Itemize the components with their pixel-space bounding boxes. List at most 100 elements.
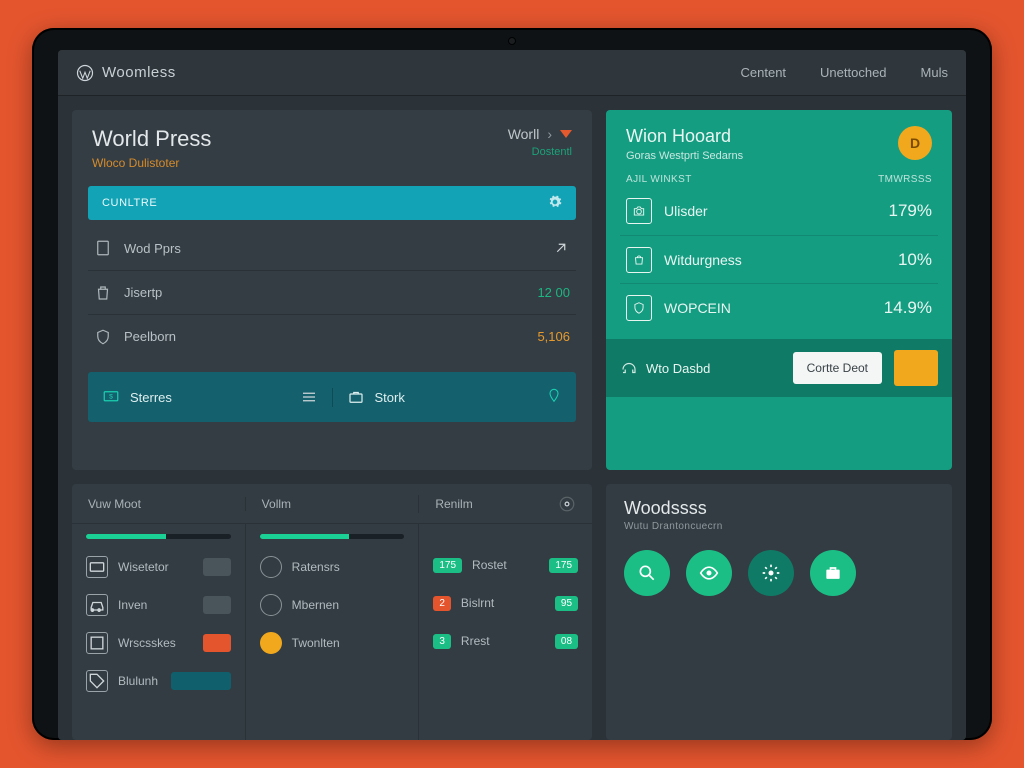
tab-label: CUNLTRE xyxy=(102,197,157,209)
briefcase-icon[interactable] xyxy=(810,550,856,596)
create-button[interactable]: Cortte Deot xyxy=(793,352,882,384)
bottom-seg-stork[interactable]: Stork xyxy=(332,388,577,407)
circle-icon xyxy=(260,594,282,616)
list-item[interactable]: Twonlten xyxy=(260,625,405,661)
list-item[interactable]: Wisetetor xyxy=(86,549,231,585)
list-item[interactable]: Mbernen xyxy=(260,587,405,623)
item-label: Rrest xyxy=(461,634,490,648)
wordpress-logo-icon xyxy=(76,64,94,82)
arrow-out-icon xyxy=(552,239,570,257)
chip xyxy=(203,596,231,614)
app-screen: Woomless Centent Unettoched Muls World P… xyxy=(58,50,966,740)
panel-woodssss: Woodssss Wutu Drantoncuecrn xyxy=(606,484,952,740)
list-item[interactable]: Blulunh xyxy=(86,663,231,699)
panel-title: Woodssss xyxy=(606,484,952,521)
list-item[interactable]: Wod Pprs xyxy=(88,226,576,270)
list-item[interactable]: 2Bislrnt95 xyxy=(433,585,578,621)
item-label: Inven xyxy=(118,598,147,612)
item-label: Mbernen xyxy=(292,598,339,612)
stat-row[interactable]: Witdurgness 10% xyxy=(620,235,938,283)
progress-bar xyxy=(260,534,405,539)
briefcase-icon xyxy=(347,388,365,406)
eye-icon[interactable] xyxy=(686,550,732,596)
button-label: Cortte Deot xyxy=(807,361,868,375)
device-frame: Woomless Centent Unettoched Muls World P… xyxy=(32,28,992,740)
badge-letter: D xyxy=(910,135,920,151)
menu-icon[interactable] xyxy=(300,388,318,406)
row-value: 12 00 xyxy=(537,285,570,300)
card-icon xyxy=(86,556,108,578)
circle-icon xyxy=(260,556,282,578)
card-badge[interactable]: D xyxy=(898,126,932,160)
row-label: Wod Pprs xyxy=(124,241,181,256)
circle-icon xyxy=(260,632,282,654)
column: 175Rostet175 2Bislrnt95 3Rrest08 xyxy=(418,524,592,740)
shield-icon xyxy=(626,295,652,321)
panel-subtitle: Wutu Drantoncuecrn xyxy=(606,521,952,532)
svg-text:$: $ xyxy=(109,394,113,401)
brand-label: Woomless xyxy=(102,64,176,81)
list-item[interactable]: 3Rrest08 xyxy=(433,623,578,659)
panel-subtitle: Wloco Dulistoter xyxy=(92,156,211,170)
item-label: Bislrnt xyxy=(461,596,494,610)
settings-icon[interactable] xyxy=(558,495,576,513)
list-item[interactable]: Inven xyxy=(86,587,231,623)
list-item[interactable]: 175Rostet175 xyxy=(433,547,578,583)
list-item[interactable]: Peelborn 5,106 xyxy=(88,314,576,358)
caret-down-icon xyxy=(560,130,572,138)
stat-row[interactable]: Ulisder 179% xyxy=(620,187,938,235)
stat-row[interactable]: WOPCEIN 14.9% xyxy=(620,283,938,331)
icon-row xyxy=(606,532,952,596)
column: Ratensrs Mbernen Twonlten xyxy=(245,524,419,740)
nav-item-content[interactable]: Centent xyxy=(741,65,787,80)
list-item[interactable]: Ratensrs xyxy=(260,549,405,585)
rank-badge: 2 xyxy=(433,596,451,611)
col-head: Vuw Moot xyxy=(88,497,141,511)
device-camera xyxy=(508,37,516,45)
gear-icon[interactable] xyxy=(748,550,794,596)
dashboard-grid: World Press Wloco Dulistoter Worll › Dos… xyxy=(58,96,966,740)
nav-item-muls[interactable]: Muls xyxy=(921,65,948,80)
col-head: Vollm xyxy=(262,497,291,511)
bottom-seg-sterres[interactable]: $ Sterres xyxy=(88,388,332,406)
list-item[interactable]: Wrscsskes xyxy=(86,625,231,661)
chevron-right-icon: › xyxy=(547,126,552,142)
list-item[interactable]: Jisertp 12 00 xyxy=(88,270,576,314)
meta-left: AJIL WINKST xyxy=(626,174,692,185)
stat-label: Ulisder xyxy=(664,203,708,219)
nav-item-untouched[interactable]: Unettoched xyxy=(820,65,887,80)
card-subtitle: Goras Westprti Sedarns xyxy=(626,150,743,162)
panel-summary-card: Wion Hooard Goras Westprti Sedarns D AJI… xyxy=(606,110,952,470)
panel-title: World Press xyxy=(92,126,211,152)
seg-label: Sterres xyxy=(130,390,172,405)
item-label: Ratensrs xyxy=(292,560,340,574)
panel-three-columns: Vuw Moot Vollm Renilm Wisetetor Inven Wr… xyxy=(72,484,592,740)
progress-bar xyxy=(86,534,231,539)
gear-icon[interactable] xyxy=(548,195,562,212)
stat-value: 179% xyxy=(889,201,932,221)
trash-icon xyxy=(94,284,112,302)
item-label: Rostet xyxy=(472,558,507,572)
car-icon xyxy=(86,594,108,616)
search-icon[interactable] xyxy=(624,550,670,596)
pin-icon[interactable] xyxy=(546,388,562,407)
card-title: Wion Hooard xyxy=(626,126,743,147)
panel-selector[interactable]: Worll › Dostentl xyxy=(508,126,572,158)
action-button-orange[interactable] xyxy=(894,350,938,386)
item-label: Twonlten xyxy=(292,636,340,650)
brand[interactable]: Woomless xyxy=(76,64,176,82)
topbar: Woomless Centent Unettoched Muls xyxy=(58,50,966,96)
chip xyxy=(203,634,231,652)
top-nav: Centent Unettoched Muls xyxy=(741,65,949,80)
headphones-icon xyxy=(620,359,638,377)
panel-tab-bar[interactable]: CUNLTRE xyxy=(88,186,576,220)
column: Wisetetor Inven Wrscsskes Blulunh xyxy=(72,524,245,740)
camera-icon xyxy=(626,198,652,224)
rank-badge: 3 xyxy=(433,634,451,649)
row-label: Peelborn xyxy=(124,329,176,344)
item-label: Wisetetor xyxy=(118,560,169,574)
panel-world-press: World Press Wloco Dulistoter Worll › Dos… xyxy=(72,110,592,470)
panel-rows: Wod Pprs Jisertp 12 00 xyxy=(72,220,592,368)
meta-right: TMWRSSS xyxy=(878,174,932,185)
stat-label: WOPCEIN xyxy=(664,300,731,316)
